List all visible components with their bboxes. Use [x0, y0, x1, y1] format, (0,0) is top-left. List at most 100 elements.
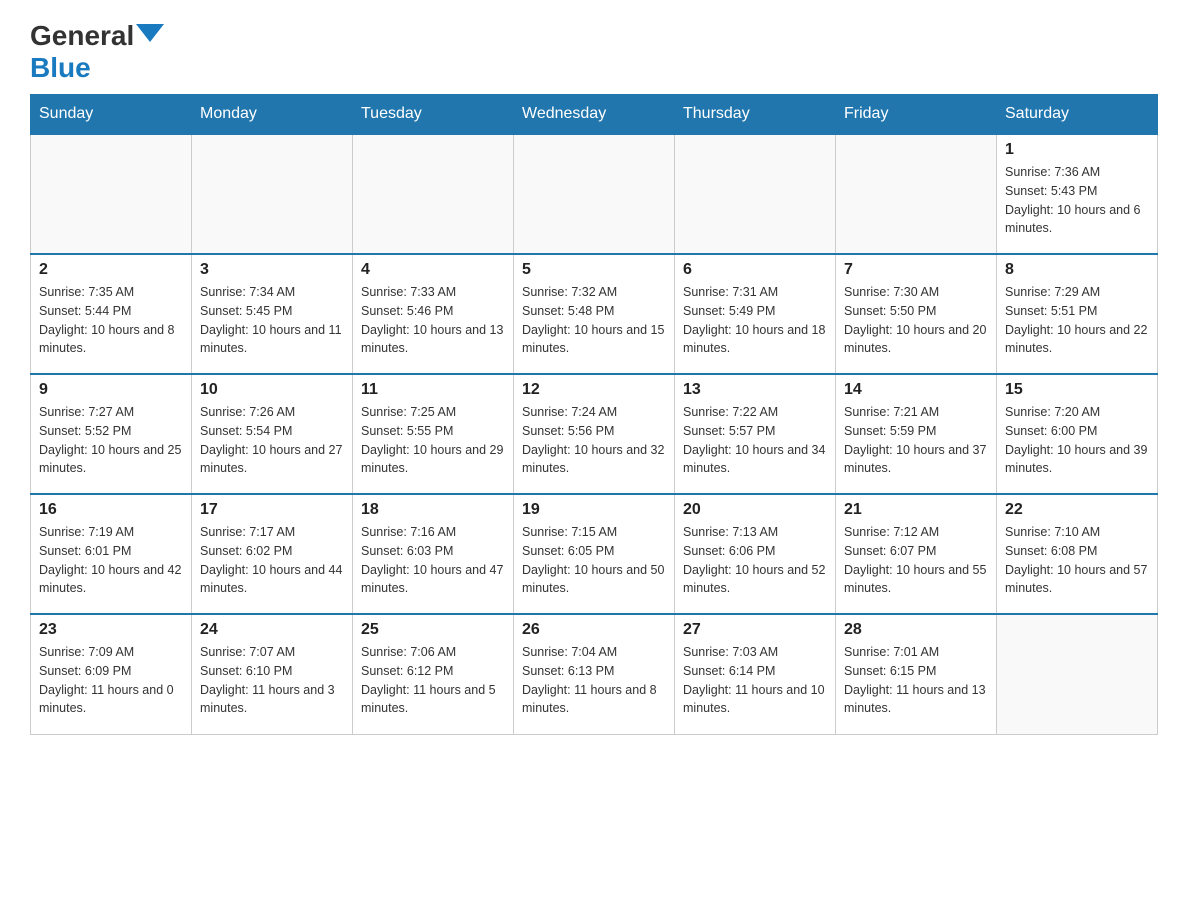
day-of-week-header: Wednesday: [514, 95, 675, 135]
calendar-day-cell: 17 Sunrise: 7:17 AMSunset: 6:02 PMDayligh…: [192, 494, 353, 614]
day-info: Sunrise: 7:10 AMSunset: 6:08 PMDaylight:…: [1005, 523, 1149, 598]
day-number: 18: [361, 501, 505, 519]
calendar-day-cell: 8 Sunrise: 7:29 AMSunset: 5:51 PMDaylight…: [997, 254, 1158, 374]
calendar-week-row: 23 Sunrise: 7:09 AMSunset: 6:09 PMDayligh…: [31, 614, 1158, 734]
day-number: 22: [1005, 501, 1149, 519]
day-number: 2: [39, 261, 183, 279]
day-number: 19: [522, 501, 666, 519]
day-number: 7: [844, 261, 988, 279]
calendar-day-cell: [31, 134, 192, 254]
day-number: 24: [200, 621, 344, 639]
calendar-day-cell: 28 Sunrise: 7:01 AMSunset: 6:15 PMDayligh…: [836, 614, 997, 734]
day-info: Sunrise: 7:31 AMSunset: 5:49 PMDaylight:…: [683, 283, 827, 358]
day-number: 10: [200, 381, 344, 399]
day-number: 16: [39, 501, 183, 519]
day-number: 4: [361, 261, 505, 279]
calendar-week-row: 1 Sunrise: 7:36 AMSunset: 5:43 PMDaylight…: [31, 134, 1158, 254]
calendar-day-cell: 9Sunrise: 7:27 AMSunset: 5:52 PMDaylight…: [31, 374, 192, 494]
calendar-day-cell: [192, 134, 353, 254]
calendar-day-cell: 13 Sunrise: 7:22 AMSunset: 5:57 PMDayligh…: [675, 374, 836, 494]
day-info: Sunrise: 7:20 AMSunset: 6:00 PMDaylight:…: [1005, 403, 1149, 478]
day-info: Sunrise: 7:29 AMSunset: 5:51 PMDaylight:…: [1005, 283, 1149, 358]
day-info: Sunrise: 7:19 AMSunset: 6:01 PMDaylight:…: [39, 523, 183, 598]
calendar-day-cell: 14 Sunrise: 7:21 AMSunset: 5:59 PMDayligh…: [836, 374, 997, 494]
day-info: Sunrise: 7:13 AMSunset: 6:06 PMDaylight:…: [683, 523, 827, 598]
calendar-day-cell: 20Sunrise: 7:13 AMSunset: 6:06 PMDayligh…: [675, 494, 836, 614]
day-info: Sunrise: 7:22 AMSunset: 5:57 PMDaylight:…: [683, 403, 827, 478]
day-info: Sunrise: 7:03 AMSunset: 6:14 PMDaylight:…: [683, 643, 827, 718]
calendar-day-cell: 12 Sunrise: 7:24 AMSunset: 5:56 PMDayligh…: [514, 374, 675, 494]
day-info: Sunrise: 7:30 AMSunset: 5:50 PMDaylight:…: [844, 283, 988, 358]
calendar-header-row: SundayMondayTuesdayWednesdayThursdayFrid…: [31, 95, 1158, 135]
calendar-day-cell: [997, 614, 1158, 734]
day-info: Sunrise: 7:26 AMSunset: 5:54 PMDaylight:…: [200, 403, 344, 478]
calendar-day-cell: 19 Sunrise: 7:15 AMSunset: 6:05 PMDayligh…: [514, 494, 675, 614]
calendar-day-cell: 27 Sunrise: 7:03 AMSunset: 6:14 PMDayligh…: [675, 614, 836, 734]
calendar-table: SundayMondayTuesdayWednesdayThursdayFrid…: [30, 94, 1158, 735]
day-info: Sunrise: 7:35 AMSunset: 5:44 PMDaylight:…: [39, 283, 183, 358]
calendar-day-cell: 5 Sunrise: 7:32 AMSunset: 5:48 PMDaylight…: [514, 254, 675, 374]
calendar-week-row: 16 Sunrise: 7:19 AMSunset: 6:01 PMDayligh…: [31, 494, 1158, 614]
day-info: Sunrise: 7:34 AMSunset: 5:45 PMDaylight:…: [200, 283, 344, 358]
logo-triangle-icon: [136, 24, 164, 42]
day-info: Sunrise: 7:33 AMSunset: 5:46 PMDaylight:…: [361, 283, 505, 358]
calendar-day-cell: 18 Sunrise: 7:16 AMSunset: 6:03 PMDayligh…: [353, 494, 514, 614]
day-info: Sunrise: 7:17 AMSunset: 6:02 PMDaylight:…: [200, 523, 344, 598]
calendar-week-row: 9Sunrise: 7:27 AMSunset: 5:52 PMDaylight…: [31, 374, 1158, 494]
calendar-day-cell: 22 Sunrise: 7:10 AMSunset: 6:08 PMDayligh…: [997, 494, 1158, 614]
calendar-day-cell: 25 Sunrise: 7:06 AMSunset: 6:12 PMDayligh…: [353, 614, 514, 734]
day-info: Sunrise: 7:25 AMSunset: 5:55 PMDaylight:…: [361, 403, 505, 478]
day-number: 14: [844, 381, 988, 399]
calendar-day-cell: [836, 134, 997, 254]
day-number: 17: [200, 501, 344, 519]
calendar-day-cell: [675, 134, 836, 254]
day-info: Sunrise: 7:27 AMSunset: 5:52 PMDaylight:…: [39, 403, 183, 478]
day-number: 25: [361, 621, 505, 639]
day-info: Sunrise: 7:06 AMSunset: 6:12 PMDaylight:…: [361, 643, 505, 718]
day-info: Sunrise: 7:07 AMSunset: 6:10 PMDaylight:…: [200, 643, 344, 718]
logo: General Blue: [30, 20, 164, 84]
calendar-day-cell: [514, 134, 675, 254]
day-number: 11: [361, 381, 505, 399]
day-number: 27: [683, 621, 827, 639]
day-of-week-header: Saturday: [997, 95, 1158, 135]
day-number: 28: [844, 621, 988, 639]
day-info: Sunrise: 7:24 AMSunset: 5:56 PMDaylight:…: [522, 403, 666, 478]
day-number: 8: [1005, 261, 1149, 279]
calendar-day-cell: 7 Sunrise: 7:30 AMSunset: 5:50 PMDaylight…: [836, 254, 997, 374]
day-number: 5: [522, 261, 666, 279]
day-info: Sunrise: 7:09 AMSunset: 6:09 PMDaylight:…: [39, 643, 183, 718]
calendar-day-cell: 2 Sunrise: 7:35 AMSunset: 5:44 PMDaylight…: [31, 254, 192, 374]
calendar-day-cell: 23 Sunrise: 7:09 AMSunset: 6:09 PMDayligh…: [31, 614, 192, 734]
day-of-week-header: Sunday: [31, 95, 192, 135]
day-number: 1: [1005, 141, 1149, 159]
calendar-day-cell: 10 Sunrise: 7:26 AMSunset: 5:54 PMDayligh…: [192, 374, 353, 494]
day-number: 21: [844, 501, 988, 519]
day-info: Sunrise: 7:21 AMSunset: 5:59 PMDaylight:…: [844, 403, 988, 478]
day-number: 12: [522, 381, 666, 399]
calendar-day-cell: 16 Sunrise: 7:19 AMSunset: 6:01 PMDayligh…: [31, 494, 192, 614]
day-number: 26: [522, 621, 666, 639]
day-info: Sunrise: 7:32 AMSunset: 5:48 PMDaylight:…: [522, 283, 666, 358]
page-header: General Blue: [30, 20, 1158, 84]
calendar-day-cell: 26Sunrise: 7:04 AMSunset: 6:13 PMDayligh…: [514, 614, 675, 734]
calendar-day-cell: 3Sunrise: 7:34 AMSunset: 5:45 PMDaylight…: [192, 254, 353, 374]
calendar-day-cell: 1 Sunrise: 7:36 AMSunset: 5:43 PMDaylight…: [997, 134, 1158, 254]
day-number: 6: [683, 261, 827, 279]
day-info: Sunrise: 7:15 AMSunset: 6:05 PMDaylight:…: [522, 523, 666, 598]
day-number: 13: [683, 381, 827, 399]
day-of-week-header: Tuesday: [353, 95, 514, 135]
day-info: Sunrise: 7:12 AMSunset: 6:07 PMDaylight:…: [844, 523, 988, 598]
day-of-week-header: Thursday: [675, 95, 836, 135]
day-number: 15: [1005, 381, 1149, 399]
calendar-day-cell: 15 Sunrise: 7:20 AMSunset: 6:00 PMDayligh…: [997, 374, 1158, 494]
day-info: Sunrise: 7:16 AMSunset: 6:03 PMDaylight:…: [361, 523, 505, 598]
day-number: 23: [39, 621, 183, 639]
calendar-week-row: 2 Sunrise: 7:35 AMSunset: 5:44 PMDaylight…: [31, 254, 1158, 374]
day-info: Sunrise: 7:01 AMSunset: 6:15 PMDaylight:…: [844, 643, 988, 718]
calendar-day-cell: 24 Sunrise: 7:07 AMSunset: 6:10 PMDayligh…: [192, 614, 353, 734]
logo-blue-text: Blue: [30, 52, 91, 84]
calendar-day-cell: 21 Sunrise: 7:12 AMSunset: 6:07 PMDayligh…: [836, 494, 997, 614]
calendar-day-cell: 4 Sunrise: 7:33 AMSunset: 5:46 PMDaylight…: [353, 254, 514, 374]
day-info: Sunrise: 7:36 AMSunset: 5:43 PMDaylight:…: [1005, 163, 1149, 238]
